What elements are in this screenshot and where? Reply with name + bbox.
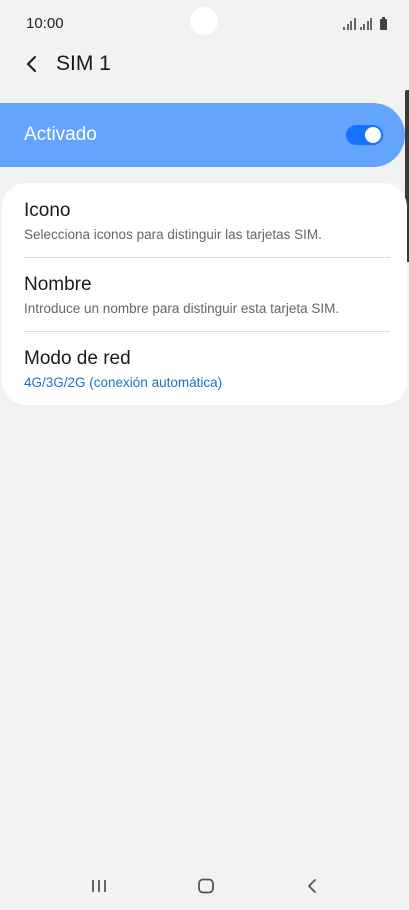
divider xyxy=(24,331,390,332)
battery-icon xyxy=(380,17,387,30)
setting-title: Nombre xyxy=(24,274,92,295)
activation-switch-row[interactable]: Activado xyxy=(0,103,405,167)
activation-toggle[interactable] xyxy=(346,125,383,145)
back-button[interactable] xyxy=(18,50,46,78)
setting-subtitle: 4G/3G/2G (conexión automática) xyxy=(24,375,223,390)
recent-apps-button[interactable] xyxy=(84,874,114,898)
settings-card: Icono Selecciona iconos para distinguir … xyxy=(2,183,407,405)
setting-title: Modo de red xyxy=(24,348,131,369)
back-nav-button[interactable] xyxy=(297,874,327,898)
activation-label: Activado xyxy=(24,124,97,145)
setting-name[interactable]: Nombre Introduce un nombre para distingu… xyxy=(24,274,390,317)
setting-network-mode[interactable]: Modo de red 4G/3G/2G (conexión automátic… xyxy=(24,348,390,391)
status-bar: 10:00 xyxy=(0,0,409,46)
camera-cutout xyxy=(190,7,218,35)
toggle-knob xyxy=(365,127,381,143)
setting-title: Icono xyxy=(24,200,71,221)
page-title: SIM 1 xyxy=(56,52,111,75)
status-time: 10:00 xyxy=(26,15,64,32)
status-icons xyxy=(343,16,387,30)
recent-apps-icon xyxy=(92,880,106,892)
setting-subtitle: Introduce un nombre para distinguir esta… xyxy=(24,301,340,316)
home-button[interactable] xyxy=(191,874,221,898)
chevron-left-icon xyxy=(27,56,36,72)
signal-icon xyxy=(343,18,356,30)
setting-subtitle: Selecciona iconos para distinguir las ta… xyxy=(24,227,322,242)
setting-icon[interactable]: Icono Selecciona iconos para distinguir … xyxy=(24,200,390,243)
navigation-bar xyxy=(0,862,409,910)
back-icon xyxy=(308,879,316,893)
divider xyxy=(24,257,390,258)
signal-icon xyxy=(359,18,372,30)
header: SIM 1 xyxy=(0,46,409,84)
home-icon xyxy=(198,878,214,894)
